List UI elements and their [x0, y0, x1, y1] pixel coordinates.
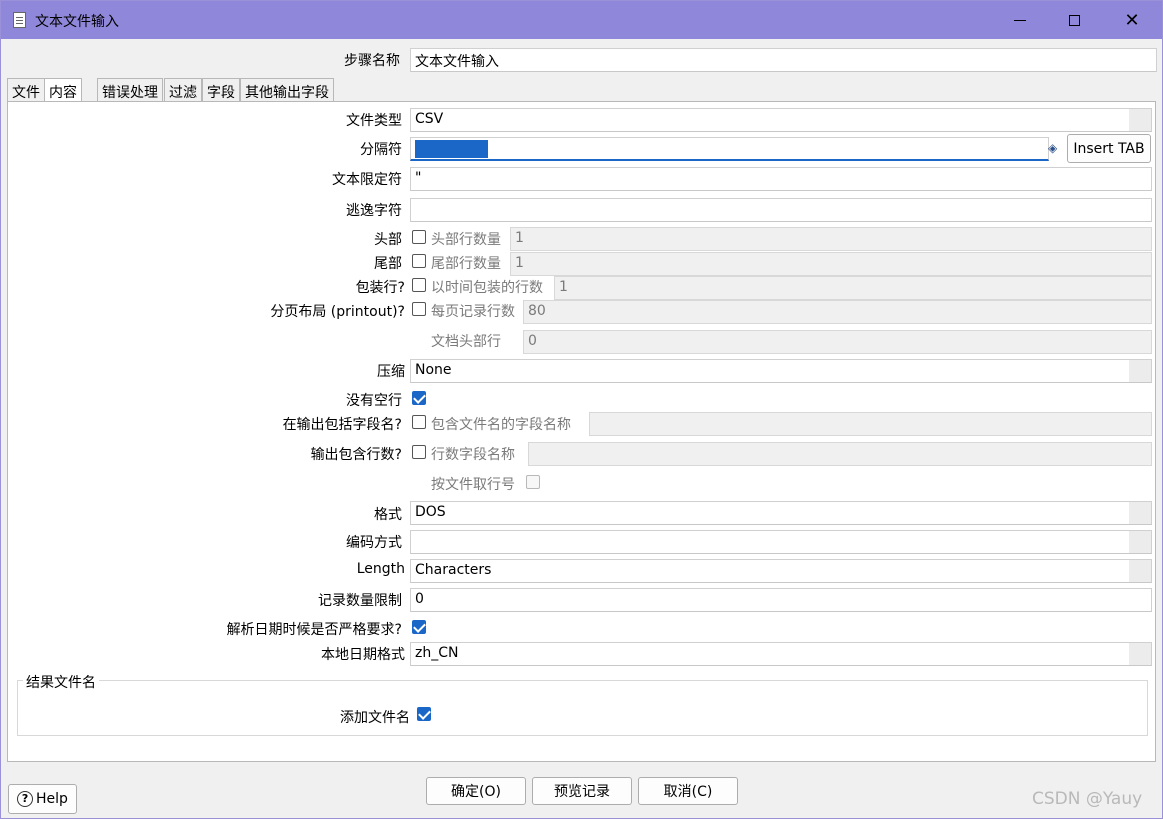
separator-label: 分隔符	[360, 142, 402, 158]
no-empty-lines-label: 没有空行	[346, 393, 402, 409]
filename-field-label: 包含文件名的字段名称	[431, 417, 571, 433]
insert-tab-button[interactable]: Insert TAB	[1067, 134, 1151, 163]
dialog-window: 文本文件输入 ✕ 步骤名称 文本文件输入 文件 内容 错误处理 过滤 字段 其他…	[0, 0, 1163, 819]
rownum-by-file-checkbox[interactable]	[526, 475, 540, 489]
chevron-down-icon	[1129, 502, 1151, 524]
separator-input[interactable]	[410, 137, 1049, 161]
encoding-label: 编码方式	[346, 535, 402, 551]
document-icon	[13, 12, 26, 28]
chevron-down-icon	[1129, 560, 1151, 582]
tab-content[interactable]: 内容	[44, 78, 82, 103]
preview-button[interactable]: 预览记录	[532, 777, 632, 805]
wrap-checkbox[interactable]	[412, 278, 426, 292]
footer-rows-input[interactable]: 1	[510, 252, 1152, 276]
chevron-down-icon	[1129, 109, 1151, 131]
minimize-button[interactable]	[993, 1, 1047, 39]
step-name-label: 步骤名称	[344, 53, 400, 69]
wrap-rows-input[interactable]: 1	[554, 276, 1152, 300]
compression-select[interactable]: None	[410, 359, 1152, 383]
limit-label: 记录数量限制	[318, 593, 402, 609]
footer-rows-label: 尾部行数量	[431, 256, 501, 272]
ok-button[interactable]: 确定(O)	[426, 777, 526, 805]
length-label: Length	[356, 561, 405, 577]
limit-input[interactable]: 0	[410, 588, 1152, 612]
paged-layout-label: 分页布局 (printout)?	[270, 304, 405, 320]
maximize-button[interactable]	[1047, 1, 1101, 39]
encoding-select[interactable]	[410, 530, 1152, 554]
minimize-icon	[1014, 19, 1026, 21]
cancel-button[interactable]: 取消(C)	[638, 777, 738, 805]
file-type-label: 文件类型	[346, 113, 402, 129]
window-title: 文本文件输入	[35, 14, 119, 30]
header-rows-input[interactable]: 1	[510, 227, 1152, 251]
title-bar[interactable]: 文本文件输入 ✕	[1, 1, 1162, 39]
lenient-date-checkbox[interactable]	[412, 620, 426, 634]
help-button[interactable]: ? Help	[8, 784, 77, 814]
rows-per-page-label: 每页记录行数	[431, 304, 515, 320]
include-rownum-label: 输出包含行数?	[310, 447, 402, 463]
include-filename-label: 在输出包括字段名?	[282, 417, 402, 433]
close-icon: ✕	[1124, 9, 1140, 31]
include-filename-checkbox[interactable]	[412, 415, 426, 429]
header-rows-label: 头部行数量	[431, 232, 501, 248]
rownum-field-input[interactable]	[528, 442, 1152, 466]
rownum-field-label: 行数字段名称	[431, 447, 515, 463]
document-header-label: 文档头部行	[431, 334, 501, 350]
paged-layout-checkbox[interactable]	[412, 302, 426, 316]
escape-label: 逃逸字符	[346, 203, 402, 219]
help-icon: ?	[17, 791, 34, 807]
tab-additional-output-fields[interactable]: 其他输出字段	[240, 78, 334, 102]
step-name-input[interactable]: 文本文件输入	[410, 48, 1157, 72]
tab-fields[interactable]: 字段	[202, 78, 240, 102]
tab-filter[interactable]: 过滤	[164, 78, 202, 102]
chevron-down-icon	[1129, 643, 1151, 665]
enclosure-input[interactable]: "	[410, 167, 1152, 191]
length-value: Characters	[415, 562, 492, 578]
header-label: 头部	[374, 232, 402, 248]
add-filename-label: 添加文件名	[340, 710, 410, 726]
document-header-input[interactable]: 0	[523, 330, 1152, 354]
wrap-label: 包装行?	[355, 280, 405, 296]
result-filename-group	[17, 680, 1148, 736]
filename-field-input[interactable]	[589, 412, 1152, 436]
enclosure-label: 文本限定符	[332, 172, 402, 188]
format-label: 格式	[374, 507, 402, 523]
compression-label: 压缩	[377, 364, 405, 380]
date-locale-value: zh_CN	[415, 645, 459, 661]
header-checkbox[interactable]	[412, 230, 426, 244]
chevron-down-icon	[1129, 531, 1151, 553]
date-locale-select[interactable]: zh_CN	[410, 642, 1152, 666]
help-label: Help	[36, 791, 68, 807]
date-locale-label: 本地日期格式	[321, 647, 405, 663]
result-filename-title: 结果文件名	[23, 672, 99, 692]
format-select[interactable]: DOS	[410, 501, 1152, 525]
wrap-rows-label: 以时间包装的行数	[431, 280, 543, 296]
file-type-value: CSV	[415, 111, 444, 127]
maximize-icon	[1068, 14, 1080, 26]
escape-input[interactable]	[410, 198, 1152, 222]
variable-icon[interactable]: ◈	[1048, 141, 1057, 155]
length-select[interactable]: Characters	[410, 559, 1152, 583]
lenient-date-label: 解析日期时候是否严格要求?	[226, 622, 402, 638]
add-filename-checkbox[interactable]	[417, 707, 431, 721]
separator-selection	[415, 140, 488, 158]
file-type-select[interactable]: CSV	[410, 108, 1152, 132]
tab-error-handling[interactable]: 错误处理	[97, 78, 163, 102]
no-empty-lines-checkbox[interactable]	[412, 391, 426, 405]
compression-value: None	[415, 362, 452, 378]
tab-file[interactable]: 文件	[7, 78, 45, 102]
close-button[interactable]: ✕	[1105, 1, 1159, 39]
rows-per-page-input[interactable]: 80	[523, 300, 1152, 324]
format-value: DOS	[415, 504, 446, 520]
footer-label: 尾部	[374, 256, 402, 272]
watermark: CSDN @Yauy	[1032, 789, 1143, 809]
footer-checkbox[interactable]	[412, 254, 426, 268]
include-rownum-checkbox[interactable]	[412, 445, 426, 459]
chevron-down-icon	[1129, 360, 1151, 382]
rownum-by-file-label: 按文件取行号	[431, 477, 515, 493]
